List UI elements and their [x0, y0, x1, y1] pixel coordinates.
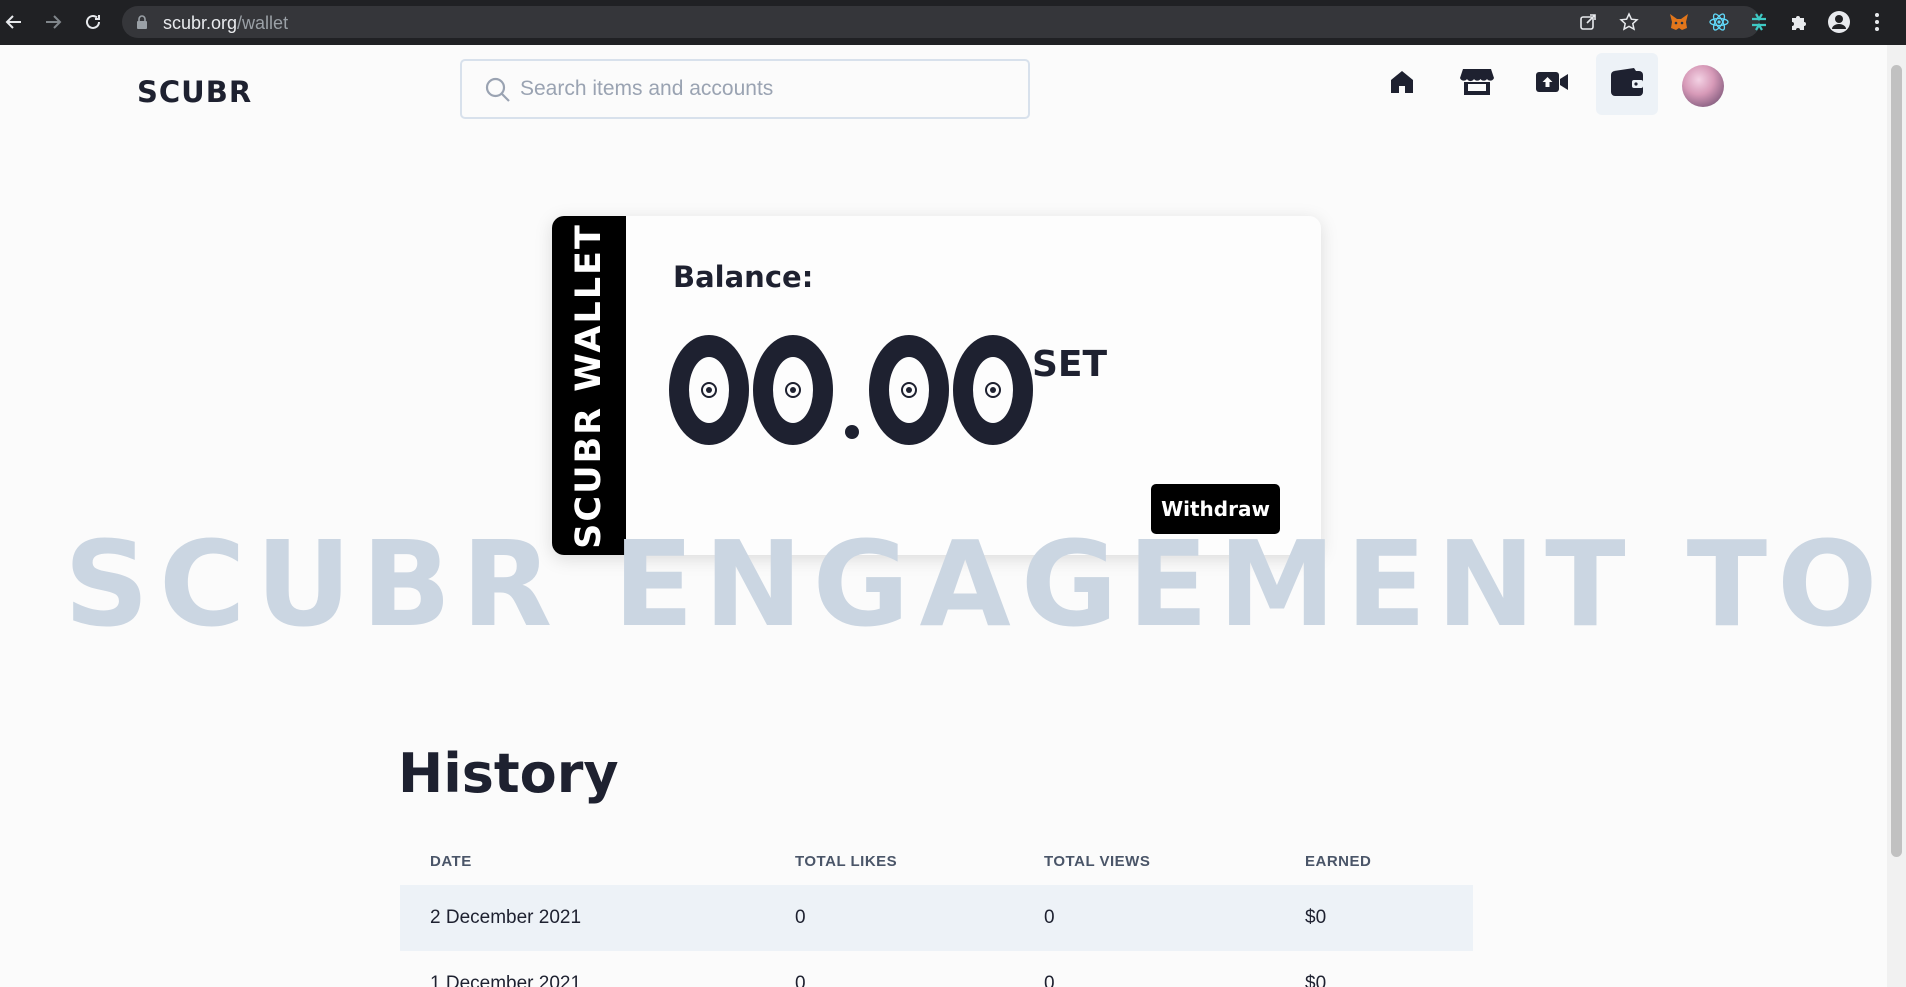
balance-digit — [953, 335, 1033, 445]
column-header-views: TOTAL VIEWS — [1044, 853, 1151, 870]
cell-views: 0 — [1044, 907, 1055, 928]
search-box[interactable] — [460, 59, 1030, 119]
wallet-card: SCUBR WALLET Balance: SET Withdraw — [552, 216, 1321, 555]
column-header-earned: EARNED — [1305, 853, 1372, 870]
extensions-puzzle-icon[interactable] — [1787, 10, 1811, 34]
balance-digit — [869, 335, 949, 445]
store-icon — [1460, 67, 1494, 102]
upload-video-button[interactable] — [1521, 53, 1583, 115]
cell-likes: 0 — [795, 907, 806, 928]
wallet-icon — [1610, 67, 1644, 102]
table-row: 1 December 2021 0 0 $0 — [400, 951, 1473, 987]
forward-icon[interactable] — [41, 10, 65, 34]
wallet-page: SCUBR SCUBR WALLET Balance: — [0, 45, 1887, 987]
lock-icon — [136, 15, 148, 34]
balance-digit — [669, 335, 749, 445]
column-header-date: DATE — [430, 853, 472, 870]
url-path: /wallet — [237, 13, 289, 33]
search-icon — [484, 76, 512, 109]
reload-icon[interactable] — [81, 10, 105, 34]
profile-icon[interactable] — [1827, 10, 1851, 34]
video-upload-icon — [1535, 69, 1569, 100]
wallet-button[interactable] — [1596, 53, 1658, 115]
browser-menu-icon[interactable] — [1865, 10, 1889, 34]
stacks-extension-icon[interactable] — [1747, 10, 1771, 34]
user-avatar[interactable] — [1682, 65, 1724, 107]
cell-likes: 0 — [795, 973, 806, 987]
wallet-band-label: SCUBR WALLET — [569, 223, 609, 549]
history-table: DATE TOTAL LIKES TOTAL VIEWS EARNED 2 De… — [400, 835, 1473, 987]
cell-earned: $0 — [1305, 907, 1327, 928]
table-row: 2 December 2021 0 0 $0 — [400, 885, 1473, 951]
scrollbar-thumb[interactable] — [1891, 65, 1902, 857]
back-icon[interactable] — [2, 10, 26, 34]
share-icon[interactable] — [1578, 12, 1598, 32]
cell-earned: $0 — [1305, 973, 1327, 987]
column-header-likes: TOTAL LIKES — [795, 853, 898, 870]
address-bar[interactable]: scubr.org/wallet — [122, 6, 1760, 38]
currency-label: SET — [1032, 344, 1108, 385]
cell-date: 1 December 2021 — [430, 973, 582, 987]
balance-amount — [669, 330, 1037, 445]
balance-digit — [753, 335, 833, 445]
page-scrollbar[interactable] — [1887, 45, 1906, 987]
home-icon — [1388, 68, 1416, 101]
url-text: scubr.org/wallet — [163, 13, 288, 34]
store-button[interactable] — [1446, 53, 1508, 115]
react-devtools-extension-icon[interactable] — [1707, 10, 1731, 34]
decimal-point — [845, 425, 859, 439]
search-input[interactable] — [520, 73, 1000, 105]
metamask-extension-icon[interactable] — [1667, 10, 1691, 34]
token-banner: SCUBR ENGAGEMENT TOKEN — [64, 515, 1887, 653]
table-header: DATE TOTAL LIKES TOTAL VIEWS EARNED — [400, 835, 1473, 885]
home-button[interactable] — [1371, 53, 1433, 115]
cell-views: 0 — [1044, 973, 1055, 987]
balance-label: Balance: — [673, 260, 814, 294]
url-domain: scubr.org — [163, 13, 238, 33]
history-title: History — [398, 742, 619, 805]
cell-date: 2 December 2021 — [430, 907, 582, 928]
bookmark-star-icon[interactable] — [1619, 12, 1639, 32]
browser-toolbar: scubr.org/wallet — [0, 0, 1906, 45]
site-logo[interactable]: SCUBR — [137, 75, 252, 109]
